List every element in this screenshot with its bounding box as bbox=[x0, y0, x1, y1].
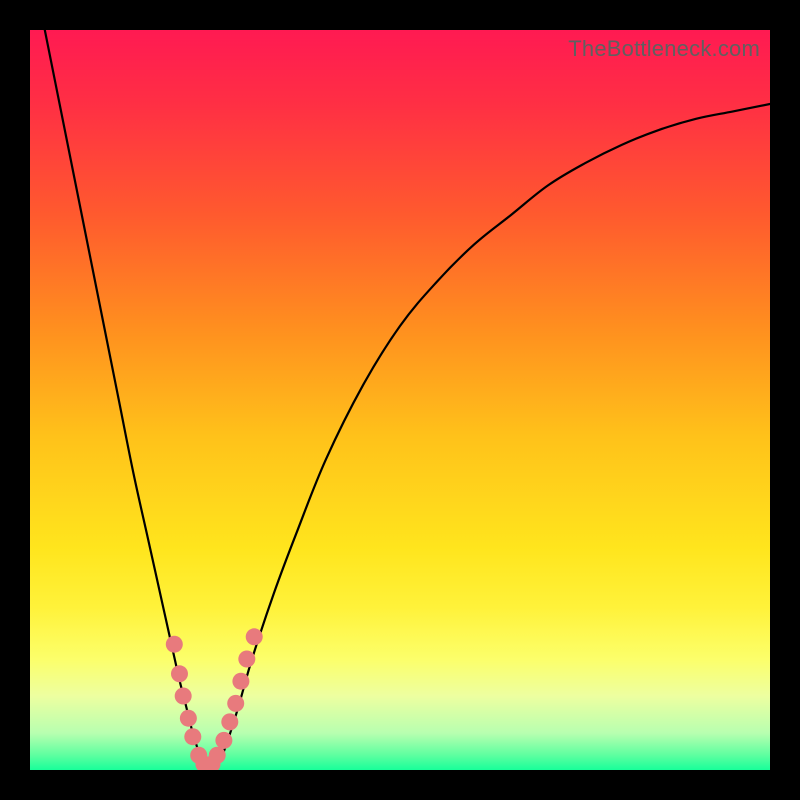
chart-frame: TheBottleneck.com bbox=[0, 0, 800, 800]
bottleneck-curve bbox=[45, 30, 770, 768]
data-marker bbox=[180, 710, 197, 727]
watermark-text: TheBottleneck.com bbox=[568, 36, 760, 62]
data-marker bbox=[166, 636, 183, 653]
curve-layer bbox=[30, 30, 770, 770]
plot-area: TheBottleneck.com bbox=[30, 30, 770, 770]
data-marker bbox=[215, 732, 232, 749]
data-marker bbox=[246, 628, 263, 645]
curve-markers bbox=[166, 628, 263, 770]
data-marker bbox=[221, 713, 238, 730]
data-marker bbox=[175, 688, 192, 705]
data-marker bbox=[232, 673, 249, 690]
data-marker bbox=[171, 665, 188, 682]
data-marker bbox=[184, 728, 201, 745]
data-marker bbox=[209, 747, 226, 764]
data-marker bbox=[227, 695, 244, 712]
data-marker bbox=[238, 651, 255, 668]
